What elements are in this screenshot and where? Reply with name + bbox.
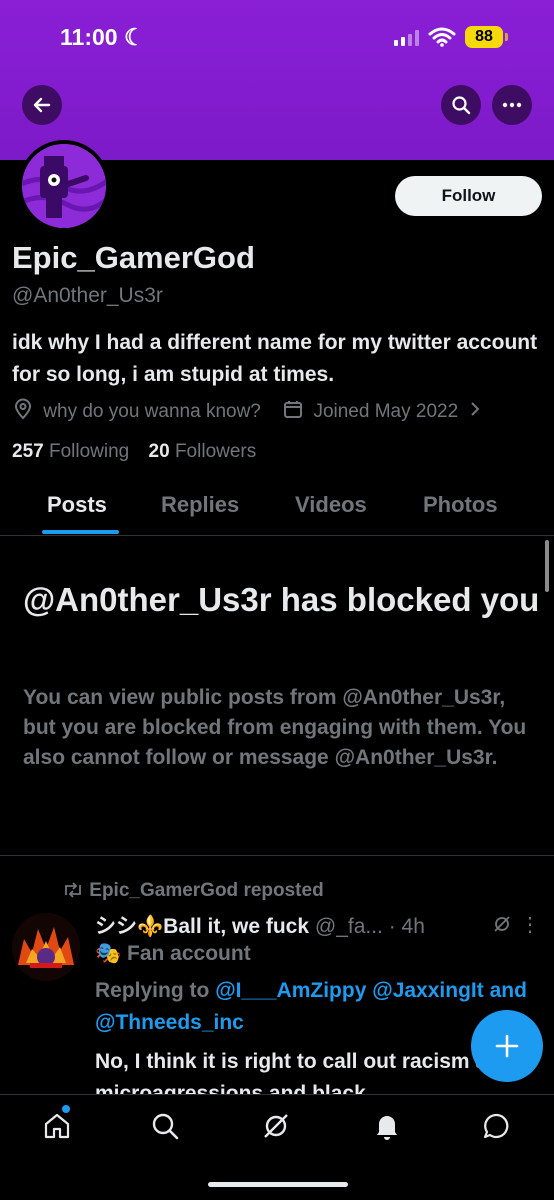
plus-icon (495, 1034, 519, 1058)
grok-icon (264, 1114, 288, 1138)
tab-photos[interactable]: Photos (423, 492, 498, 518)
search-icon (152, 1113, 179, 1140)
tweet-author-name[interactable]: シシ⚜️Ball it, we fuck (95, 915, 309, 938)
following-link[interactable]: 257 Following (12, 441, 129, 462)
message-icon (483, 1113, 509, 1139)
repost-label: Epic_GamerGod reposted (89, 880, 324, 901)
back-button[interactable] (22, 85, 62, 125)
arrow-left-icon (33, 97, 51, 113)
repost-icon (65, 882, 81, 898)
moon-icon: ☾ (123, 24, 145, 50)
tweet-more-icon[interactable]: ⋮ (520, 912, 540, 937)
bell-icon (377, 1116, 397, 1140)
tab-videos[interactable]: Videos (295, 492, 367, 518)
profile-bio: idk why I had a different name for my tw… (12, 331, 538, 386)
profile-handle: @An0ther_Us3r (12, 284, 163, 307)
chevron-right-icon[interactable] (469, 400, 481, 424)
profile-avatar[interactable] (18, 140, 110, 232)
grok-icon[interactable] (492, 914, 512, 934)
followers-link[interactable]: 20 Followers (149, 441, 257, 462)
mention-link[interactable]: @Thneeds_inc (95, 1011, 244, 1034)
nav-messages[interactable] (480, 1109, 514, 1143)
compose-button[interactable] (471, 1010, 543, 1082)
active-tab-indicator (42, 530, 119, 534)
mention-link[interactable]: @JaxxingIt (372, 979, 484, 1002)
tweet-header: シシ⚜️Ball it, we fuck @_fa... · 4h (95, 910, 515, 940)
and-word: and (489, 979, 527, 1002)
tab-replies[interactable]: Replies (161, 492, 239, 518)
home-indicator[interactable] (208, 1182, 348, 1187)
blocked-title: @An0ther_Us3r has blocked you (23, 581, 540, 618)
nav-notifications[interactable] (370, 1109, 404, 1143)
signal-icon (394, 30, 419, 46)
profile-joined: Joined May 2022 (313, 401, 459, 422)
battery-tip (505, 33, 508, 41)
search-button[interactable] (441, 85, 481, 125)
avatar-image (12, 913, 80, 981)
nav-search[interactable] (148, 1109, 182, 1143)
battery-indicator: 88 (465, 26, 503, 48)
calendar-icon (282, 398, 304, 426)
tweet-author-handle[interactable]: @_fa... (315, 915, 383, 938)
repost-indicator[interactable]: Epic_GamerGod reposted (62, 880, 324, 902)
more-button[interactable] (492, 85, 532, 125)
tab-posts[interactable]: Posts (47, 492, 107, 518)
home-icon (44, 1113, 70, 1139)
profile-tabs: Posts Replies Videos Photos (0, 478, 554, 536)
fan-account-label: 🎭 Fan account (95, 942, 251, 965)
tweet-time: · 4h (388, 915, 425, 938)
avatar-image (22, 144, 106, 228)
location-pin-icon (12, 398, 34, 426)
wifi-icon (428, 27, 456, 47)
follow-button[interactable]: Follow (395, 176, 542, 216)
scrollbar[interactable] (545, 540, 549, 592)
display-name: Epic_GamerGod (12, 240, 255, 275)
search-icon (452, 96, 471, 115)
status-time: 11:00 ☾ (60, 24, 145, 50)
nav-grok[interactable] (259, 1109, 293, 1143)
more-icon (502, 102, 522, 108)
status-bar: 11:00 ☾ 88 (0, 22, 554, 56)
follow-counts: 257 Following 20 Followers (12, 441, 256, 463)
profile-location: why do you wanna know? (43, 401, 261, 422)
profile-meta: why do you wanna know? Joined May 2022 (12, 398, 554, 428)
blocked-body: You can view public posts from @An0ther_… (23, 686, 527, 769)
notification-dot (62, 1105, 70, 1113)
theater-mask-icon: 🎭 (95, 942, 122, 965)
nav-home[interactable] (40, 1109, 74, 1143)
divider (0, 855, 554, 856)
tweet-author-avatar[interactable] (12, 913, 80, 981)
mention-link[interactable]: @I___AmZippy (215, 979, 366, 1002)
